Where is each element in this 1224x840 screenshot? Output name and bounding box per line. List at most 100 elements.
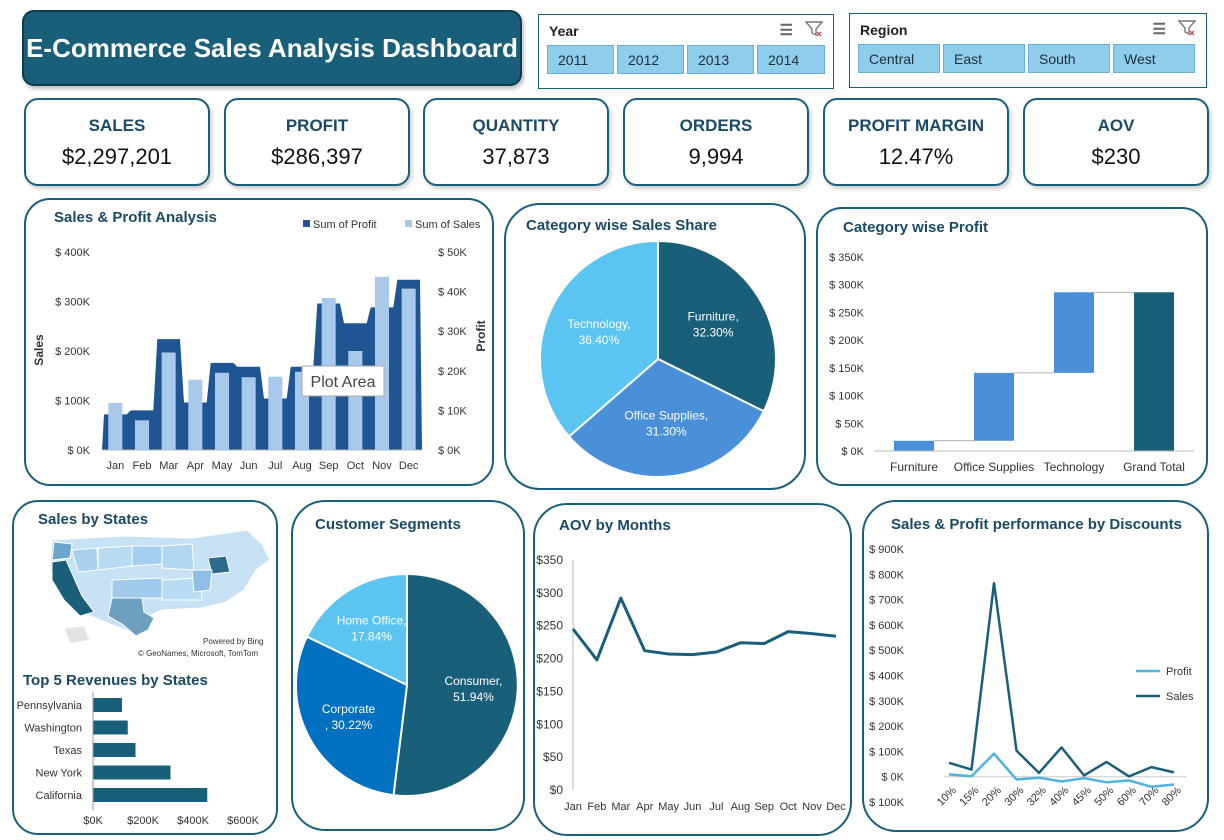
x-tick-label: Aug (731, 801, 751, 813)
y-tick-label: California (36, 790, 83, 802)
profit-area (102, 279, 422, 450)
region-slicer-label: Region (860, 22, 908, 38)
kpi-profit: PROFIT $286,397 (224, 98, 410, 186)
region-south-button[interactable]: South (1028, 44, 1110, 73)
category-share-chart[interactable]: Furniture, 32.30% Office Supplies, 31.30% Te… (504, 203, 806, 490)
y-tick-label: $ 600K (869, 620, 905, 632)
kpi-value: $2,297,201 (61, 144, 173, 169)
legend-label: Sum of Sales (415, 219, 481, 231)
legend-swatch-profit (303, 220, 310, 227)
pie-data-label: Consumer, (444, 674, 502, 688)
state-bar (93, 788, 208, 802)
legend-label: Profit (1166, 666, 1192, 678)
us-map[interactable]: Pennsylvania Washington Texas New York Calif… (12, 500, 278, 835)
kpi-aov: AOV $230 (1023, 98, 1209, 186)
category-profit-chart[interactable]: $ 0K $ 50K $ 100K $ 150K $ 200K $ 250K $ 300K $… (816, 207, 1208, 486)
pie-data-label: Office Supplies, (624, 408, 708, 422)
x-tick-label: 30% (1002, 784, 1026, 808)
y-tick-label: $ 300K (829, 280, 865, 292)
pie-data-label: 17.84% (351, 630, 392, 644)
x-tick-label: Dec (399, 460, 419, 472)
region-central-button[interactable]: Central (858, 44, 940, 73)
kpi-value: 12.47% (878, 144, 954, 169)
x-tick-label: 60% (1115, 784, 1139, 808)
x-tick-label: Furniture (890, 460, 938, 474)
series-line-profit (948, 752, 1175, 789)
y2-tick-label: $ 10K (438, 405, 467, 417)
y-tick-label: $ 350K (829, 252, 865, 264)
y-tick-label: $ 250K (829, 307, 865, 319)
sales-bar (268, 376, 283, 450)
x-tick-label: Mar (159, 460, 178, 472)
pie-data-label: 32.30% (693, 326, 734, 340)
pie-data-label: Furniture, (687, 310, 738, 324)
x-tick-label: 32% (1025, 784, 1049, 808)
segments-chart[interactable]: Consumer, 51.94% Corporate , 30.22% Home Off… (291, 500, 525, 831)
y-tick-label: $ 300K (869, 696, 905, 708)
y-tick-label: $ 700K (869, 595, 905, 607)
y-tick-label: $ 200K (869, 721, 905, 733)
kpi-sales: SALES $2,297,201 (24, 98, 210, 186)
x-tick-label: 70% (1137, 784, 1161, 808)
x-tick-label: Apr (187, 460, 204, 472)
us-states-map[interactable] (49, 529, 271, 645)
x-tick-label: Technology (1044, 460, 1105, 474)
legend-label: Sum of Profit (313, 219, 377, 231)
x-tick-label: Jul (268, 460, 282, 472)
pie-data-label: Technology, (567, 317, 630, 331)
x-tick-label: Office Supplies (954, 460, 1035, 474)
clear-filter-icon[interactable] (1177, 20, 1197, 40)
legend-swatch-sales (405, 220, 412, 227)
y-tick-label: $200 (536, 652, 563, 666)
series-line-sales (948, 581, 1175, 778)
y-tick-label: $250 (536, 619, 563, 633)
waterfall-bar (1134, 292, 1174, 451)
y-tick-label: $50 (543, 750, 563, 764)
y-tick-label: $ 400K (869, 671, 905, 683)
sales-bar (188, 379, 203, 450)
x-tick-label: Sep (319, 460, 339, 472)
clear-filter-icon[interactable] (804, 21, 824, 41)
sales-bar (241, 377, 256, 450)
year-2013-button[interactable]: 2013 (687, 45, 754, 74)
state-bar (93, 743, 136, 757)
waterfall-bar (1054, 292, 1094, 373)
sales-bar (401, 288, 416, 450)
x-tick-label: Jul (709, 801, 723, 813)
region-east-button[interactable]: East (943, 44, 1025, 73)
sales-profit-chart[interactable]: $ 0K $ 100K $ 200K $ 300K $ 400K $ 0K $ 10K $ 2… (24, 198, 494, 486)
sales-bar (135, 420, 149, 450)
multi-select-icon[interactable]: ☰ (780, 21, 793, 41)
x-tick-label: Sep (754, 801, 774, 813)
year-2012-button[interactable]: 2012 (617, 45, 684, 74)
y-tick-label: $ 0K (881, 772, 904, 784)
kpi-value: 37,873 (482, 144, 550, 169)
year-slicer: Year ☰ 2011 2012 2013 2014 (538, 14, 834, 89)
x-tick-label: 50% (1092, 784, 1116, 808)
x-tick-label: Aug (292, 460, 312, 472)
y-tick-label: $ 900K (869, 544, 905, 556)
y-tick-label: Texas (53, 745, 82, 757)
aov-chart[interactable]: $0 $50 $100 $150 $200 $250 $300 $350 Jan Feb Mar Ap… (533, 503, 852, 836)
multi-select-icon[interactable]: ☰ (1153, 20, 1166, 40)
x-tick-label: 10% (935, 784, 959, 808)
y2-tick-label: $ 0K (438, 445, 461, 457)
y2-axis-label: Profit (474, 320, 488, 351)
discounts-chart[interactable]: $ 100K $ 0K $ 100K $ 200K $ 300K $ 400K $ 500K… (862, 500, 1209, 832)
sales-bar (161, 352, 176, 450)
year-2014-button[interactable]: 2014 (757, 45, 825, 74)
year-2011-button[interactable]: 2011 (547, 45, 614, 74)
x-tick-label: Feb (587, 801, 606, 813)
y-tick-label: $ 0K (841, 446, 864, 458)
y-tick-label: $ 100K (829, 391, 865, 403)
kpi-value: 9,994 (688, 144, 744, 169)
year-slicer-label: Year (549, 23, 579, 39)
x-tick-label: Jun (240, 460, 258, 472)
y-tick-label: $ 50K (835, 418, 864, 430)
y-axis-label: Sales (32, 334, 46, 366)
x-tick-label: $200K (127, 815, 159, 827)
region-west-button[interactable]: West (1113, 44, 1195, 73)
y-tick-label: $ 500K (869, 645, 905, 657)
y-tick-label: Washington (24, 723, 82, 735)
x-tick-label: Oct (347, 460, 364, 472)
